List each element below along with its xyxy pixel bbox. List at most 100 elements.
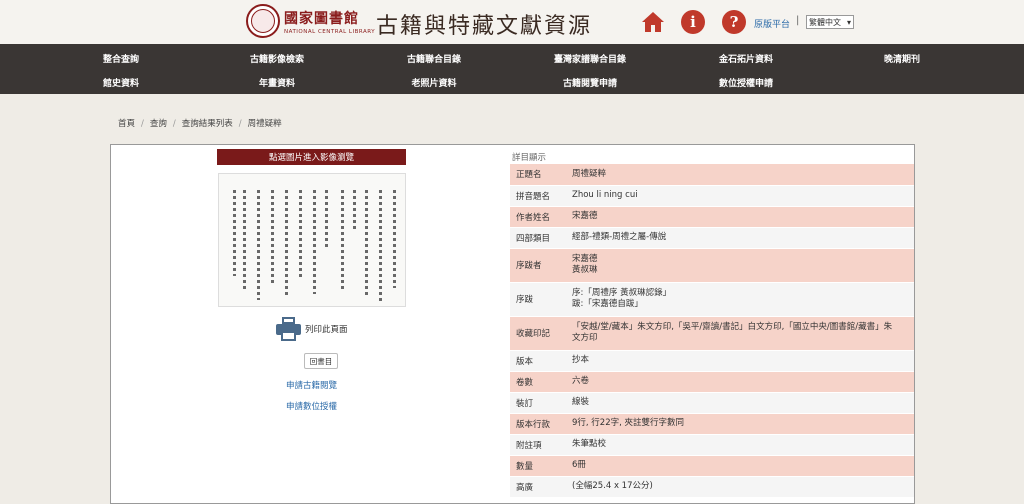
- detail-value: 「安越/堂/藏本」朱文方印,「吳平/齋讀/書記」白文方印,「國立中央/圖書館/藏…: [566, 316, 914, 351]
- detail-label: 拼音題名: [510, 185, 566, 207]
- breadcrumb-home[interactable]: 首頁: [118, 119, 135, 129]
- detail-label: 裝訂: [510, 392, 566, 414]
- detail-label: 收藏印記: [510, 316, 566, 351]
- logo-chinese-name: 國家圖書館: [284, 10, 359, 27]
- detail-value-line: 跋:「宋嘉德自跋」: [572, 299, 643, 309]
- detail-value-line: 序:「周禮序 黃叔琳認錄」: [572, 288, 672, 298]
- detail-value-line: 6冊: [572, 460, 586, 470]
- detail-row: 拼音題名 Zhou li ning cui: [510, 185, 914, 207]
- detail-value-line: (全幅25.4 x 17公分): [572, 481, 653, 491]
- apply-reading-link[interactable]: 申請古籍閱覽: [286, 379, 337, 391]
- detail-label: 正題名: [510, 164, 566, 186]
- manuscript-thumbnail[interactable]: [218, 173, 406, 307]
- detail-label: 版本: [510, 350, 566, 372]
- library-seal-icon: [246, 4, 280, 38]
- logo-english-name: NATIONAL CENTRAL LIBRARY: [284, 28, 376, 35]
- detail-label: 作者姓名: [510, 206, 566, 228]
- detail-value: 六卷: [566, 371, 914, 393]
- nav-union-catalog[interactable]: 古籍聯合目錄: [407, 52, 461, 65]
- apply-digital-license-link[interactable]: 申請數位授權: [286, 400, 337, 412]
- breadcrumb-current: 周禮疑粹: [247, 119, 282, 129]
- detail-label: 卷數: [510, 371, 566, 393]
- main-navigation: 整合查詢 古籍影像檢索 古籍聯合目錄 臺灣家譜聯合目錄 金石拓片資料 晚清期刊 …: [0, 44, 1024, 94]
- detail-row: 序跋 序:「周禮序 黃叔琳認錄」 跋:「宋嘉德自跋」: [510, 282, 914, 317]
- detail-row: 正題名 周禮疑粹: [510, 164, 914, 186]
- detail-value: 宋嘉德 黃叔琳: [566, 248, 914, 283]
- detail-value-line: 抄本: [572, 355, 590, 365]
- detail-label: 版本行款: [510, 413, 566, 435]
- home-icon[interactable]: [641, 10, 665, 34]
- nav-library-history[interactable]: 館史資料: [103, 76, 139, 89]
- ncl-logo[interactable]: 國家圖書館 NATIONAL CENTRAL LIBRARY: [246, 4, 375, 38]
- detail-value-line: 文方印: [572, 333, 598, 343]
- detail-value: Zhou li ning cui: [566, 185, 914, 207]
- nav-genealogy-catalog[interactable]: 臺灣家譜聯合目錄: [554, 52, 626, 65]
- details-table: 正題名 周禮疑粹 拼音題名 Zhou li ning cui 作者姓名 宋嘉德 四部類目 經部…: [510, 164, 914, 498]
- info-icon[interactable]: i: [681, 10, 705, 34]
- detail-row: 四部類目 經部-禮類-周禮之屬-傳說: [510, 227, 914, 249]
- image-view-button[interactable]: 點選圖片進入影像瀏覽: [217, 149, 406, 165]
- detail-value: 序:「周禮序 黃叔琳認錄」 跋:「宋嘉德自跋」: [566, 282, 914, 317]
- detail-value: 9行, 行22字, 夾註雙行字數同: [566, 413, 914, 435]
- detail-value: 朱筆點校: [566, 434, 914, 456]
- detail-label: 序跋者: [510, 248, 566, 283]
- nav-rare-book-images[interactable]: 古籍影像檢索: [250, 52, 304, 65]
- detail-row: 數量 6冊: [510, 455, 914, 477]
- detail-value: (全幅25.4 x 17公分): [566, 476, 914, 498]
- detail-label: 附註項: [510, 434, 566, 456]
- detail-label: 高廣: [510, 476, 566, 498]
- header-separator: |: [796, 15, 800, 26]
- language-select[interactable]: 繁體中文 ▾: [806, 15, 854, 29]
- detail-value-line: 宋嘉德: [572, 254, 598, 264]
- nav-new-year-prints[interactable]: 年畫資料: [259, 76, 295, 89]
- detail-label: 序跋: [510, 282, 566, 317]
- detail-value-line: 經部-禮類-周禮之屬-傳說: [572, 232, 667, 242]
- detail-row: 卷數 六卷: [510, 371, 914, 393]
- nav-old-photos[interactable]: 老照片資料: [411, 76, 456, 89]
- detail-value-line: 線裝: [572, 397, 590, 407]
- detail-value-line: 朱筆點校: [572, 439, 607, 449]
- nav-rubbings[interactable]: 金石拓片資料: [719, 52, 773, 65]
- printer-icon: [276, 317, 301, 341]
- detail-value: 抄本: [566, 350, 914, 372]
- detail-row: 序跋者 宋嘉德 黃叔琳: [510, 248, 914, 283]
- detail-row: 裝訂 線裝: [510, 392, 914, 414]
- detail-row: 高廣 (全幅25.4 x 17公分): [510, 476, 914, 498]
- detail-value: 經部-禮類-周禮之屬-傳說: [566, 227, 914, 249]
- nav-late-qing-periodicals[interactable]: 晚清期刊: [884, 52, 920, 65]
- detail-value-line: 周禮疑粹: [572, 168, 607, 179]
- breadcrumb-results[interactable]: 查詢結果列表: [182, 119, 233, 129]
- print-page-label: 列印此頁面: [305, 325, 348, 335]
- detail-row: 版本 抄本: [510, 350, 914, 372]
- detail-value: 6冊: [566, 455, 914, 477]
- detail-value: 宋嘉德: [566, 206, 914, 228]
- detail-value-line: Zhou li ning cui: [572, 190, 638, 200]
- detail-row: 附註項 朱筆點校: [510, 434, 914, 456]
- back-to-catalog-button[interactable]: 回書目: [304, 353, 338, 369]
- detail-value: 線裝: [566, 392, 914, 414]
- detail-value-line: 六卷: [572, 376, 590, 386]
- detail-label: 四部類目: [510, 227, 566, 249]
- detail-value: 周禮疑粹: [566, 164, 914, 186]
- breadcrumb-query[interactable]: 查詢: [150, 119, 167, 129]
- detail-row: 版本行款 9行, 行22字, 夾註雙行字數同: [510, 413, 914, 435]
- nav-integrated-search[interactable]: 整合查詢: [103, 52, 139, 65]
- breadcrumb: 首頁 / 查詢 / 查詢結果列表 / 周禮疑粹: [118, 119, 282, 129]
- detail-row: 收藏印記 「安越/堂/藏本」朱文方印,「吳平/齋讀/書記」白文方印,「國立中央/圖…: [510, 316, 914, 351]
- detail-value-line: 9行, 行22字, 夾註雙行字數同: [572, 418, 685, 428]
- site-header: 國家圖書館 NATIONAL CENTRAL LIBRARY 古籍與特藏文獻資源…: [0, 0, 1024, 44]
- language-selected-value: 繁體中文: [809, 17, 841, 27]
- dropdown-arrow-icon: ▾: [846, 17, 851, 27]
- detail-row: 作者姓名 宋嘉德: [510, 206, 914, 228]
- detail-value-line: 黃叔琳: [572, 265, 598, 275]
- nav-reading-application[interactable]: 古籍閱覽申請: [563, 76, 617, 89]
- original-platform-link[interactable]: 原版平台: [754, 17, 790, 30]
- nav-digital-license[interactable]: 數位授權申請: [719, 76, 773, 89]
- detail-label: 數量: [510, 455, 566, 477]
- detail-value-line: 宋嘉德: [572, 211, 598, 221]
- site-title: 古籍與特藏文獻資源: [376, 14, 593, 39]
- print-page-button[interactable]: 列印此頁面: [276, 317, 348, 341]
- help-icon[interactable]: ?: [722, 10, 746, 34]
- details-heading: 詳目顯示: [512, 153, 547, 163]
- detail-value-line: 「安越/堂/藏本」朱文方印,「吳平/齋讀/書記」白文方印,「國立中央/圖書館/藏…: [572, 322, 893, 332]
